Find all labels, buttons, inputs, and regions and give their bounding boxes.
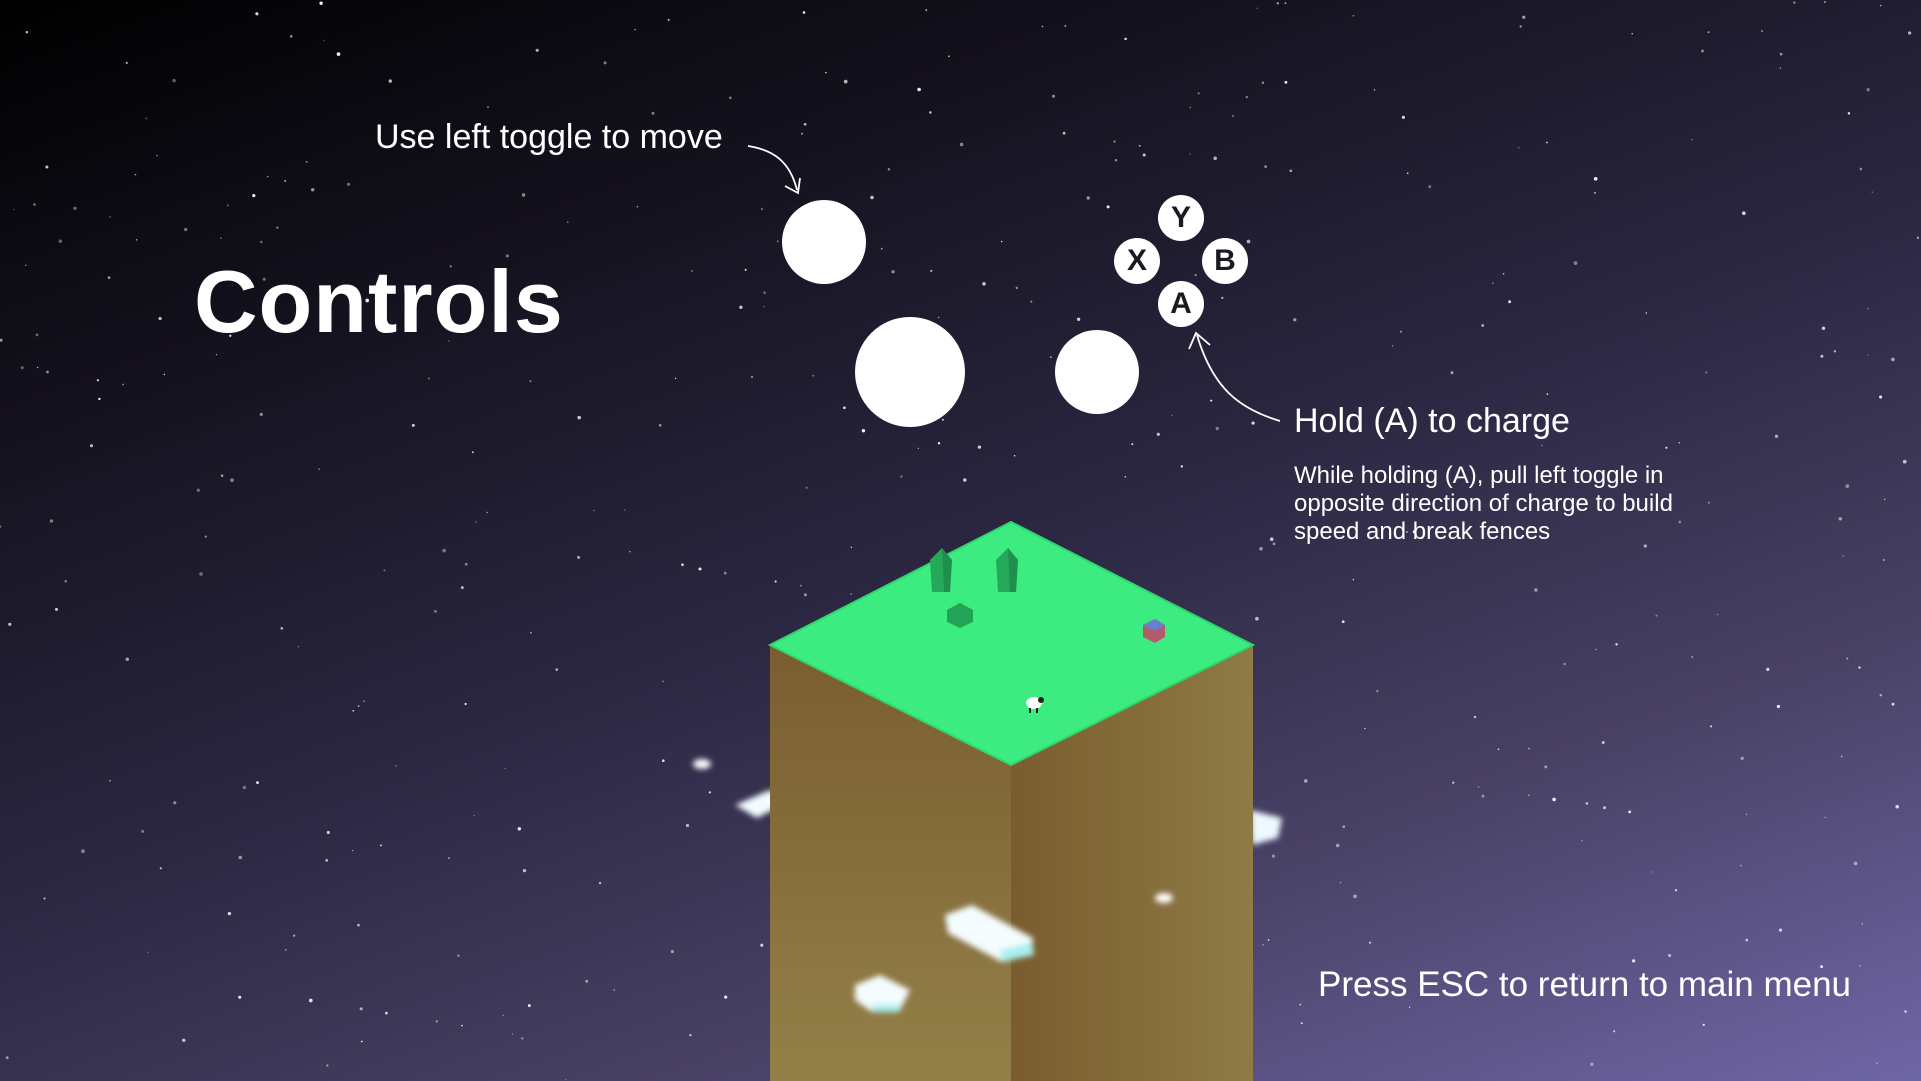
game-scene bbox=[693, 520, 1282, 1081]
escape-hint-label: Press ESC to return to main menu bbox=[1318, 965, 1851, 1004]
